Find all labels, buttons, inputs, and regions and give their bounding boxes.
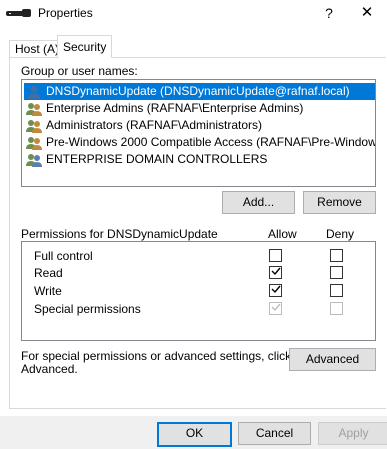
window-title: Properties (38, 6, 93, 20)
advanced-note-line1: For special permissions or advanced sett… (21, 349, 292, 363)
list-item[interactable]: ENTERPRISE DOMAIN CONTROLLERS (24, 151, 271, 168)
deny-checkbox[interactable] (330, 266, 343, 279)
close-button[interactable]: ✕ (354, 3, 380, 23)
deny-checkbox (330, 302, 343, 315)
server-icon (6, 9, 31, 17)
deny-column-header: Deny (326, 227, 355, 241)
group-icon (26, 120, 42, 133)
list-item-label: ENTERPRISE DOMAIN CONTROLLERS (46, 152, 268, 166)
list-item[interactable]: DNSDynamicUpdate (DNSDynamicUpdate@rafna… (24, 83, 375, 100)
list-item-label: DNSDynamicUpdate (DNSDynamicUpdate@rafna… (46, 84, 350, 98)
deny-checkbox[interactable] (330, 249, 343, 262)
add-button[interactable]: Add... (222, 191, 295, 214)
allow-checkbox (269, 302, 282, 315)
group-names-label: Group or user names: (21, 64, 138, 78)
tab-security[interactable]: Security (57, 35, 113, 58)
permission-label: Read (34, 266, 63, 280)
advanced-note-line2: Advanced. (21, 362, 78, 376)
list-item[interactable]: Pre-Windows 2000 Compatible Access (RAFN… (24, 134, 376, 151)
group-icon (26, 137, 42, 150)
permissions-header: Permissions for DNSDynamicUpdate (21, 227, 218, 241)
deny-checkbox[interactable] (330, 284, 343, 297)
advanced-button[interactable]: Advanced (289, 348, 376, 371)
checkmark-icon (271, 303, 281, 312)
checkmark-icon (271, 285, 281, 294)
permission-label: Special permissions (34, 302, 141, 316)
checkmark-icon (271, 267, 281, 276)
allow-column-header: Allow (268, 227, 297, 241)
list-item-label: Pre-Windows 2000 Compatible Access (RAFN… (46, 135, 376, 149)
cancel-button[interactable]: Cancel (238, 422, 311, 445)
permission-label: Full control (34, 249, 93, 263)
list-item[interactable]: Enterprise Admins (RAFNAF\Enterprise Adm… (24, 100, 307, 117)
ok-button[interactable]: OK (157, 422, 232, 447)
allow-checkbox[interactable] (269, 249, 282, 262)
permission-label: Write (34, 284, 62, 298)
remove-button[interactable]: Remove (303, 191, 376, 214)
allow-checkbox[interactable] (269, 266, 282, 279)
apply-button: Apply (318, 422, 387, 445)
list-item-label: Administrators (RAFNAF\Administrators) (46, 118, 263, 132)
user-icon (28, 85, 40, 99)
group-icon (26, 103, 42, 116)
help-button[interactable]: ? (318, 3, 340, 23)
group-icon (26, 154, 42, 167)
list-item-label: Enterprise Admins (RAFNAF\Enterprise Adm… (46, 101, 304, 115)
group-user-list[interactable]: DNSDynamicUpdate (DNSDynamicUpdate@rafna… (21, 79, 376, 187)
list-item[interactable]: Administrators (RAFNAF\Administrators) (24, 117, 266, 134)
allow-checkbox[interactable] (269, 284, 282, 297)
title-bar: Properties ? ✕ (0, 0, 387, 28)
